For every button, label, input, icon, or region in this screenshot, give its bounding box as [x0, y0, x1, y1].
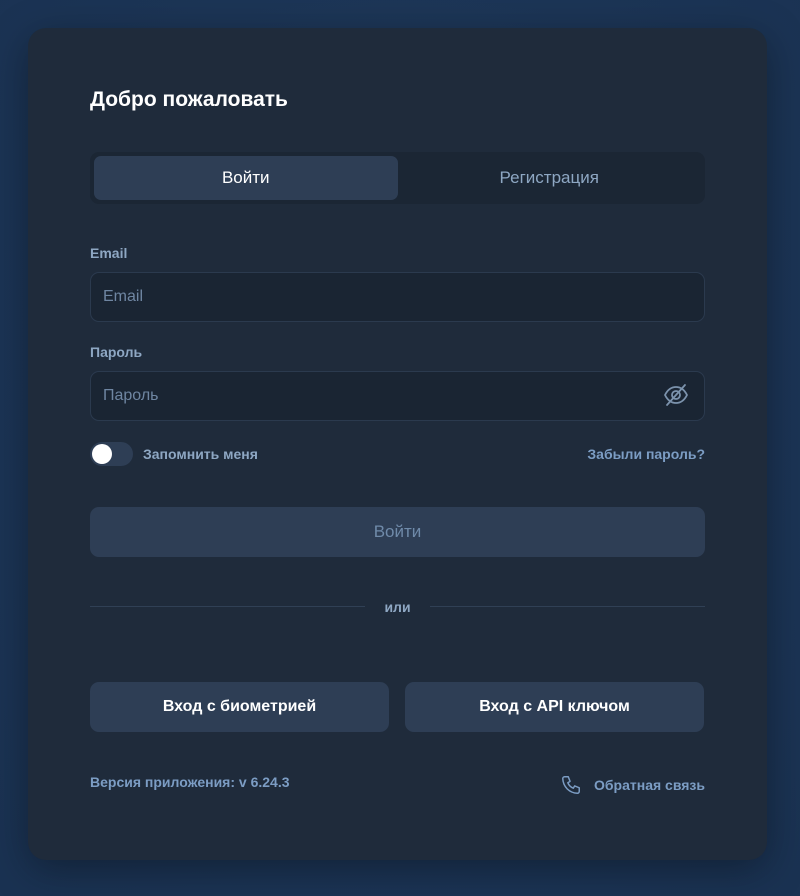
login-card: Добро пожаловать Войти Регистрация Email… [28, 28, 767, 860]
divider-right [430, 606, 705, 607]
tab-register[interactable]: Регистрация [398, 156, 702, 200]
page-title: Добро пожаловать [90, 88, 288, 111]
eye-off-icon[interactable] [661, 380, 691, 410]
phone-icon [560, 774, 582, 796]
remember-me-label: Запомнить меня [143, 446, 258, 462]
tab-login[interactable]: Войти [94, 156, 398, 200]
remember-me-toggle[interactable] [90, 442, 133, 466]
forgot-password-link[interactable]: Забыли пароль? [587, 446, 705, 462]
app-version: Версия приложения: v 6.24.3 [90, 774, 290, 790]
password-field[interactable] [90, 371, 705, 421]
feedback-label: Обратная связь [594, 777, 705, 793]
feedback-link[interactable]: Обратная связь [560, 774, 705, 796]
login-submit-button[interactable]: Войти [90, 507, 705, 557]
auth-tabs: Войти Регистрация [90, 152, 705, 204]
password-label: Пароль [90, 344, 143, 360]
toggle-knob [92, 444, 112, 464]
email-field[interactable] [90, 272, 705, 322]
api-key-login-button[interactable]: Вход с API ключом [405, 682, 704, 732]
email-label: Email [90, 245, 128, 261]
divider-text: или [384, 599, 411, 615]
biometric-login-button[interactable]: Вход с биометрией [90, 682, 389, 732]
